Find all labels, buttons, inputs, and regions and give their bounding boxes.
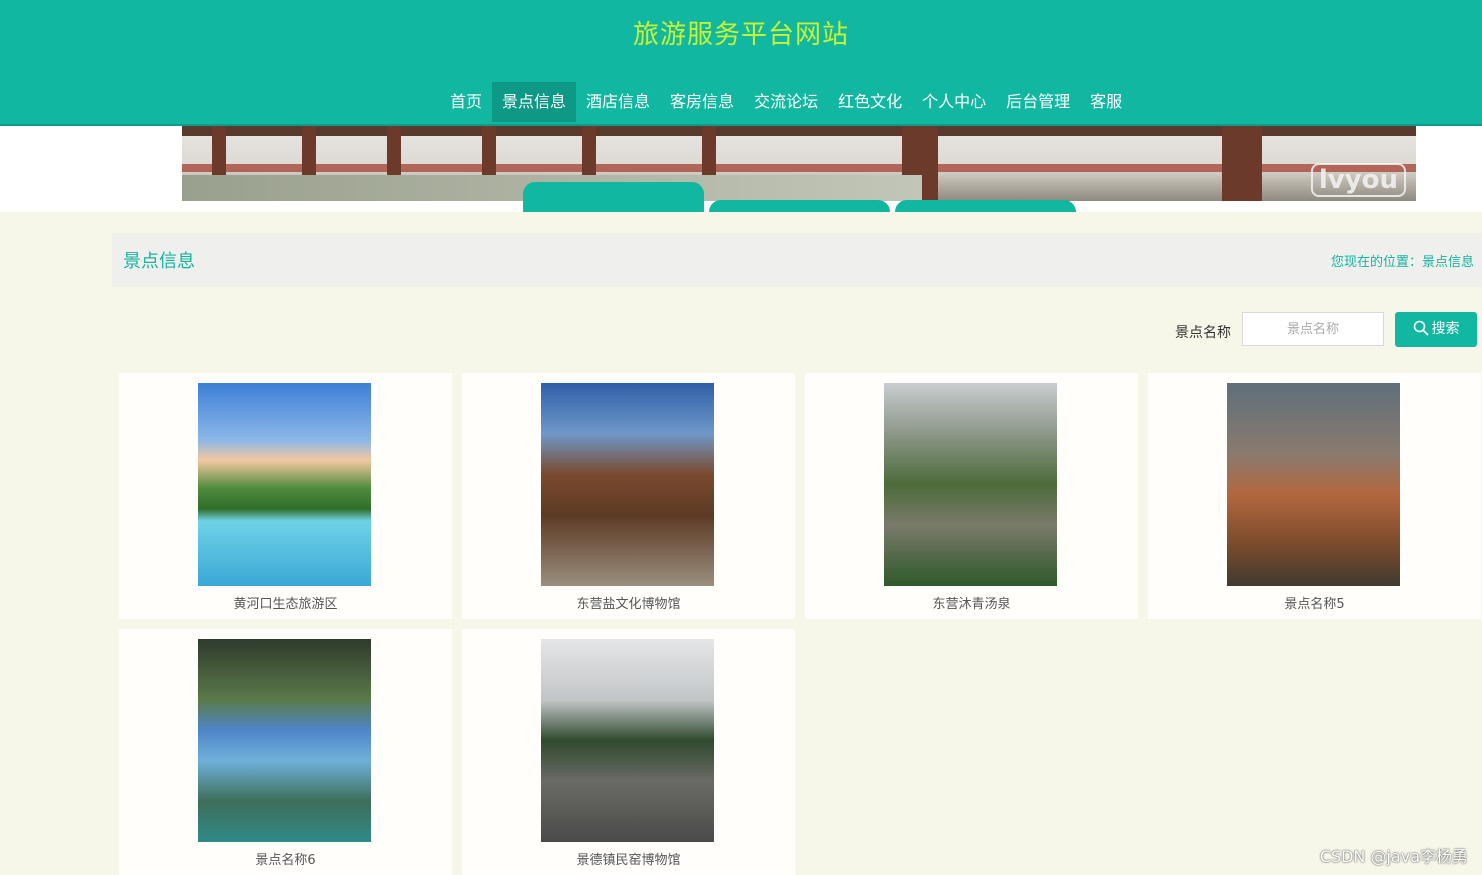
nav-item-user-center[interactable]: 个人中心 <box>912 82 996 122</box>
attraction-card[interactable]: 景德镇民窑博物馆 <box>462 629 795 875</box>
banner-carousel[interactable]: lvyou <box>182 126 1416 201</box>
section-header: 景点信息 您现在的位置：景点信息 <box>112 233 1482 287</box>
breadcrumb-prefix: 您现在的位置： <box>1330 255 1422 270</box>
carousel-tab-2[interactable] <box>709 200 890 212</box>
attraction-photo[interactable] <box>541 383 714 586</box>
attraction-name[interactable]: 景德镇民窑博物馆 <box>462 849 795 868</box>
breadcrumb-current[interactable]: 景点信息 <box>1422 255 1474 270</box>
nav-item-rooms[interactable]: 客房信息 <box>660 82 744 122</box>
nav-item-home[interactable]: 首页 <box>440 82 492 122</box>
attraction-name[interactable]: 黄河口生态旅游区 <box>119 593 452 612</box>
search-label: 景点名称 <box>1175 325 1231 341</box>
search-button-label: 搜索 <box>1431 321 1460 337</box>
attraction-card[interactable]: 景点名称5 <box>1148 373 1481 619</box>
nav-item-admin[interactable]: 后台管理 <box>996 82 1080 122</box>
section-title: 景点信息 <box>123 251 195 272</box>
attraction-name[interactable]: 景点名称5 <box>1148 593 1481 612</box>
csdn-watermark: CSDN @java李杨勇 <box>1319 847 1468 866</box>
search-input[interactable] <box>1242 312 1384 346</box>
search-button[interactable]: 搜索 <box>1395 312 1477 347</box>
attraction-photo[interactable] <box>884 383 1057 586</box>
breadcrumb: 您现在的位置：景点信息 <box>1331 251 1474 270</box>
attraction-photo[interactable] <box>1227 383 1400 586</box>
nav-item-hotels[interactable]: 酒店信息 <box>576 82 660 122</box>
attraction-photo[interactable] <box>198 639 371 842</box>
nav-item-customer-service[interactable]: 客服 <box>1080 82 1132 122</box>
attraction-card[interactable]: 东营盐文化博物馆 <box>462 373 795 619</box>
carousel-tab-3[interactable] <box>895 200 1076 212</box>
site-title: 旅游服务平台网站 <box>632 20 849 50</box>
attraction-photo[interactable] <box>198 383 371 586</box>
nav-item-attractions[interactable]: 景点信息 <box>492 82 577 122</box>
nav-item-forum[interactable]: 交流论坛 <box>744 82 828 122</box>
attraction-name[interactable]: 东营沐青汤泉 <box>805 593 1138 612</box>
attraction-name[interactable]: 景点名称6 <box>119 849 452 868</box>
attraction-name[interactable]: 东营盐文化博物馆 <box>462 593 795 612</box>
attraction-photo[interactable] <box>541 639 714 842</box>
carousel-tab-1[interactable] <box>523 182 704 212</box>
attraction-card[interactable]: 东营沐青汤泉 <box>805 373 1138 619</box>
nav-item-red-culture[interactable]: 红色文化 <box>828 82 912 122</box>
banner-watermark: lvyou <box>1310 163 1406 197</box>
attraction-card[interactable]: 黄河口生态旅游区 <box>119 373 452 619</box>
main-nav: 首页 景点信息 酒店信息 客房信息 交流论坛 红色文化 个人中心 后台管理 客服 <box>440 82 1132 122</box>
site-header: 旅游服务平台网站 首页 景点信息 酒店信息 客房信息 交流论坛 红色文化 个人中… <box>0 0 1482 126</box>
search-icon <box>1413 320 1428 336</box>
attraction-card[interactable]: 景点名称6 <box>119 629 452 875</box>
banner-area: lvyou <box>0 126 1482 212</box>
